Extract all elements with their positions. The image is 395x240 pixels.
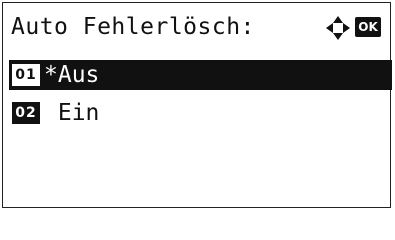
lcd-panel: Auto Fehlerlösch: OK 01 *Aus 02 Ein: [2, 2, 392, 208]
option-label: Ein: [44, 100, 100, 126]
option-number: 01: [12, 64, 40, 86]
screen-title: Auto Fehlerlösch:: [11, 14, 255, 40]
option-list: 01 *Aus 02 Ein: [9, 60, 392, 136]
option-row-ein[interactable]: 02 Ein: [9, 98, 392, 128]
option-number: 02: [12, 102, 40, 124]
option-row-aus[interactable]: 01 *Aus: [9, 60, 392, 90]
four-way-arrow-icon: [326, 16, 350, 40]
ok-key-icon[interactable]: OK: [355, 17, 381, 37]
option-label: *Aus: [44, 62, 100, 88]
